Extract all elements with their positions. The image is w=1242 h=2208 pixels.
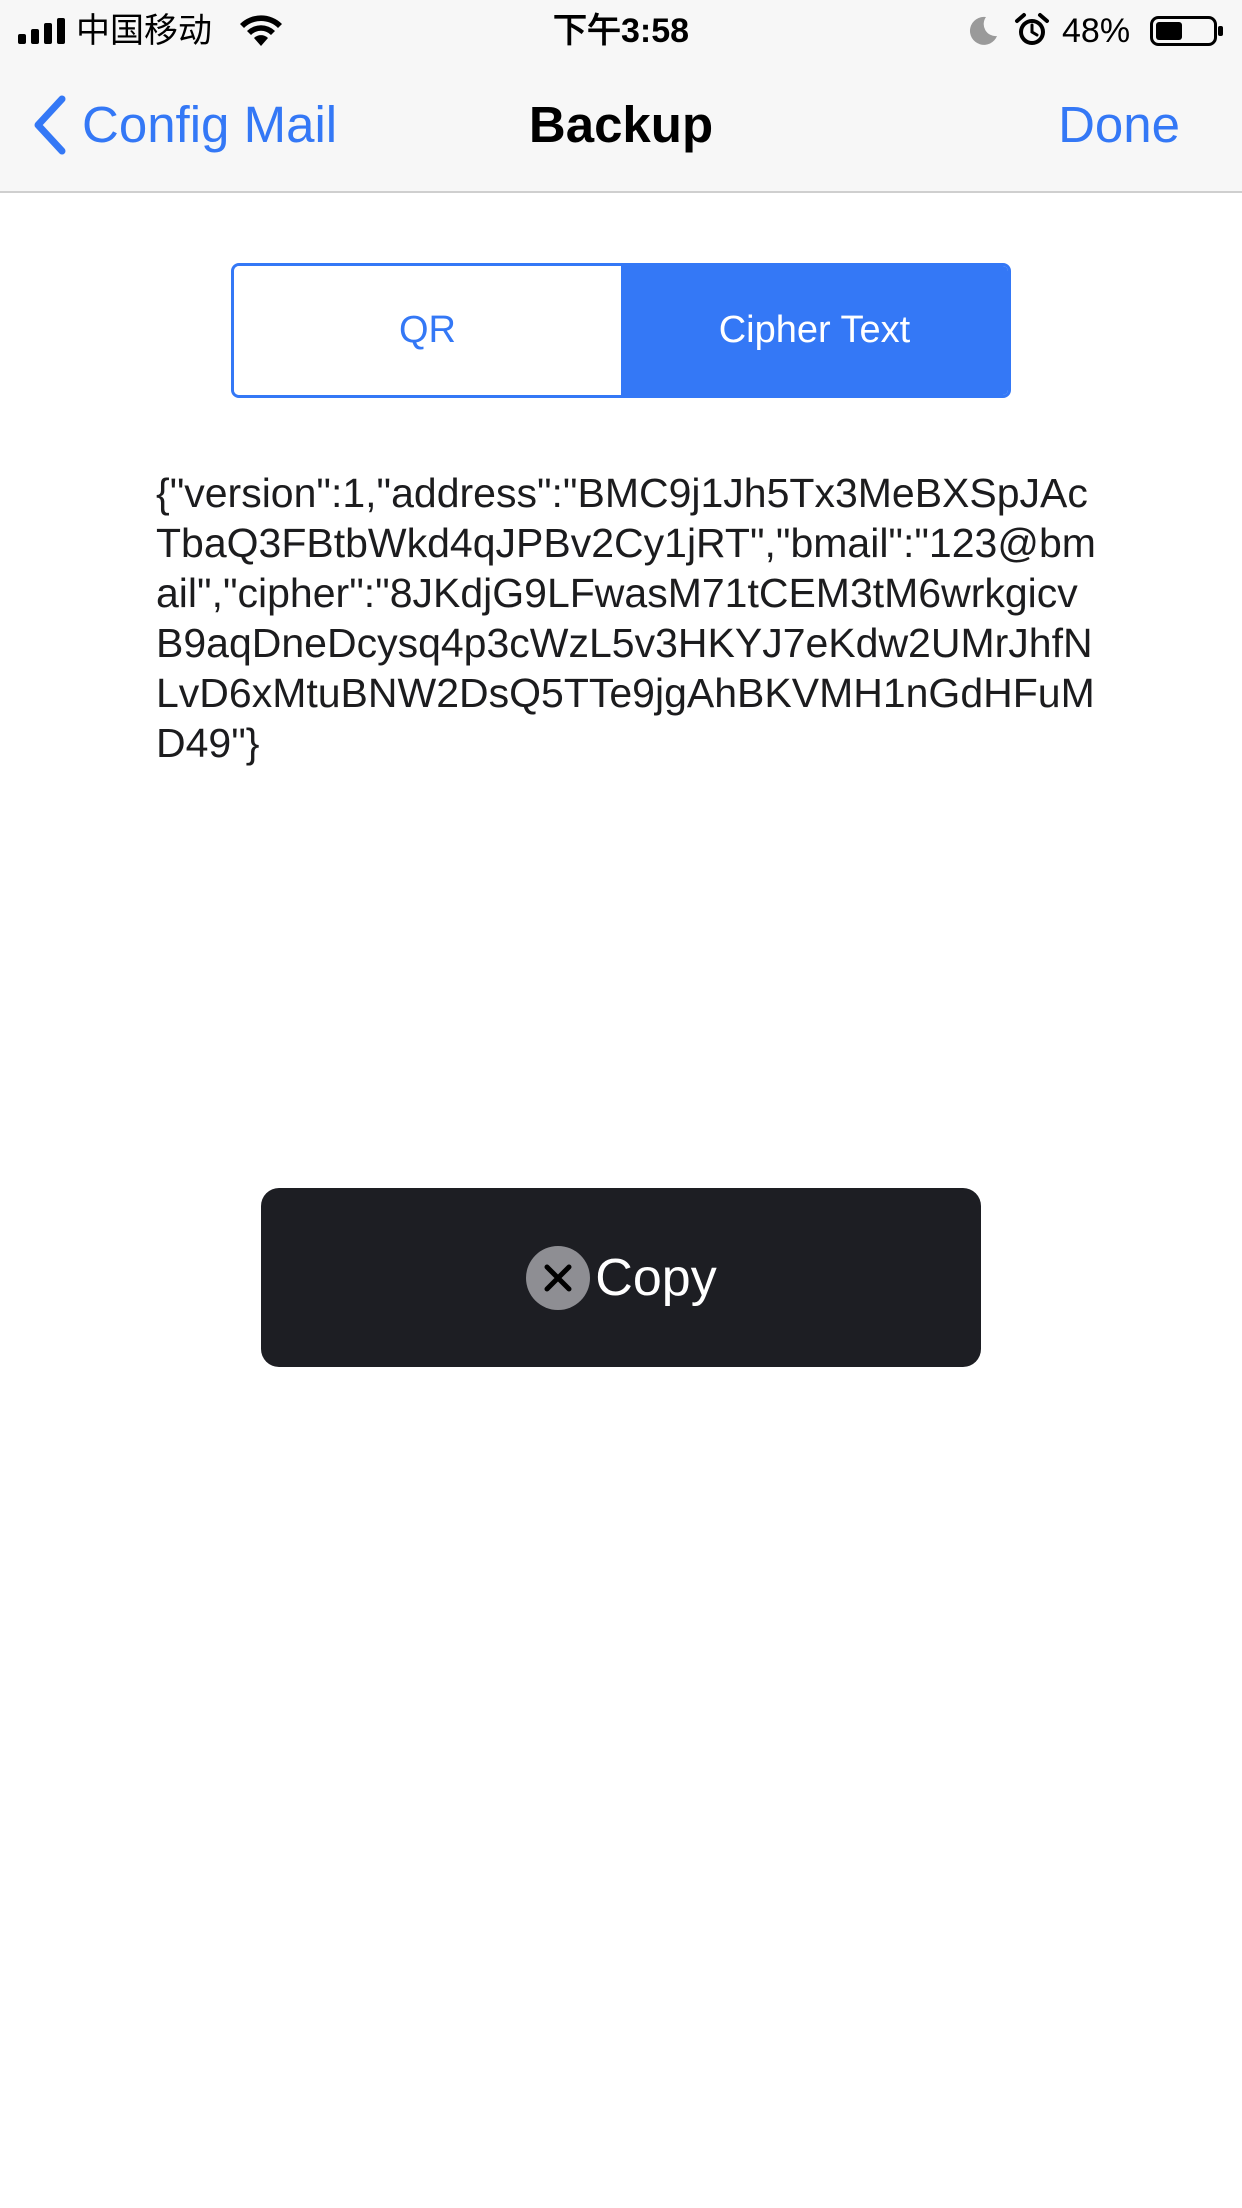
segment-cipher-text[interactable]: Cipher Text	[621, 266, 1008, 395]
status-time: 下午3:58	[552, 12, 690, 50]
segment-qr[interactable]: QR	[234, 266, 621, 395]
segmented-control: QR Cipher Text	[231, 263, 1011, 398]
toast-label: Copy	[595, 1248, 717, 1307]
done-button[interactable]: Done	[1058, 87, 1180, 163]
battery-percent: 48%	[1062, 12, 1131, 50]
page-title: Backup	[528, 96, 714, 153]
copy-toast: Copy	[261, 1188, 981, 1367]
status-bar: 中国移动 下午3:58 48%	[0, 0, 1242, 60]
navigation-bar: Config Mail Backup Done	[0, 60, 1242, 193]
cipher-text-content: {"version":1,"address":"BMC9j1Jh5Tx3MeBX…	[156, 470, 1096, 766]
battery-icon	[1150, 16, 1223, 46]
alarm-icon	[1015, 13, 1049, 45]
close-icon	[526, 1245, 591, 1310]
moon-icon	[969, 16, 997, 45]
